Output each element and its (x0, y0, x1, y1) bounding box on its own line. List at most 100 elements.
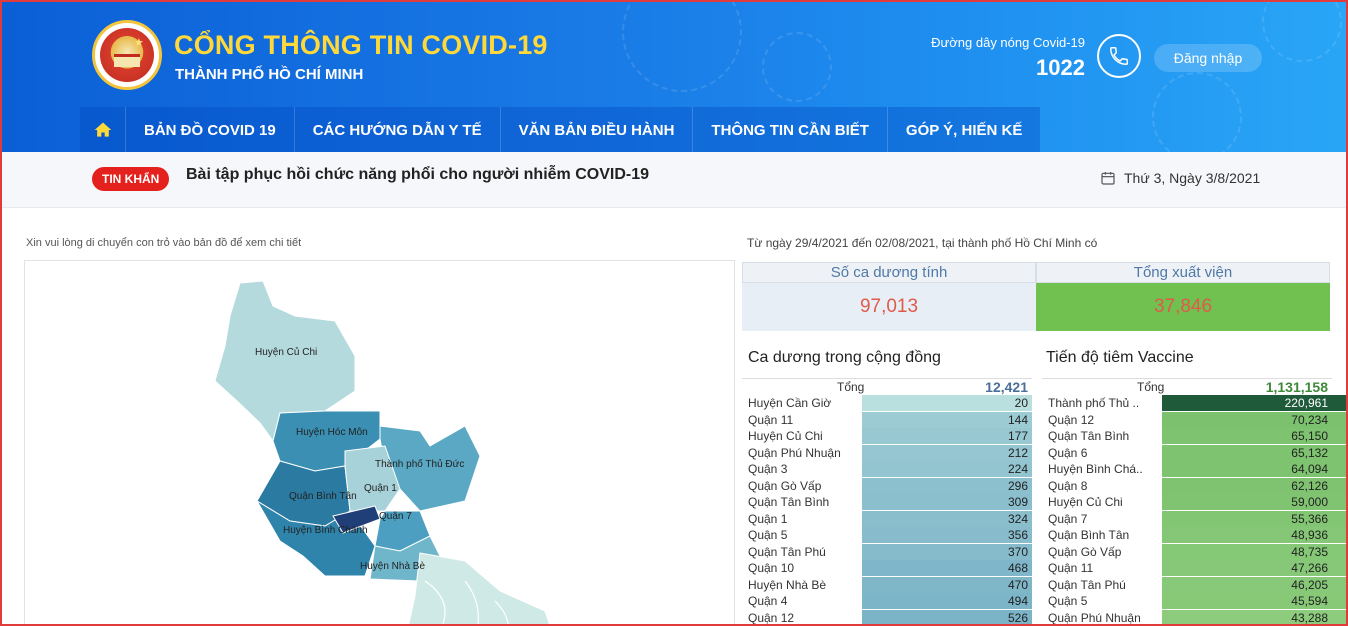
nav-item-directives[interactable]: VĂN BẢN ĐIỀU HÀNH (501, 107, 694, 152)
vaccine-table: Tổng 1,131,158 Thành phố Thủ .. 220,961 Qu… (1042, 378, 1346, 625)
community-row[interactable]: Quận Tân Phú 370 (742, 543, 1032, 561)
vaccine-row-name: Quận 7 (1048, 511, 1088, 526)
community-row[interactable]: Quận 10 468 (742, 560, 1032, 577)
phone-icon (1110, 47, 1128, 65)
phone-button[interactable] (1097, 34, 1141, 78)
community-row[interactable]: Quận 12 526 (742, 609, 1032, 625)
map-label-nha-be: Huyện Nhà Bè (360, 561, 426, 572)
vaccine-row[interactable]: Thành phố Thủ .. 220,961 (1042, 395, 1346, 412)
positive-cases-value: 97,013 (742, 283, 1036, 331)
community-row-name: Quận Tân Bình (748, 495, 830, 509)
login-button[interactable]: Đăng nhập (1154, 44, 1262, 72)
virus-decoration (1262, 2, 1342, 62)
vaccine-row-value: 65,150 (1291, 429, 1328, 443)
community-row-bar (862, 477, 1032, 494)
community-row[interactable]: Huyện Cần Giờ 20 (742, 395, 1032, 412)
community-row[interactable]: Huyện Củ Chi 177 (742, 428, 1032, 445)
map-hint: Xin vui lòng di chuyển con trỏ vào bản đ… (26, 237, 302, 249)
nav-item-feedback[interactable]: GÓP Ý, HIẾN KẾ (888, 107, 1040, 152)
nav-item-covid-map[interactable]: BẢN ĐỒ COVID 19 (126, 107, 295, 152)
vaccine-progress-title: Tiến độ tiêm Vaccine (1046, 349, 1194, 366)
community-row-value: 470 (1007, 577, 1028, 592)
community-row-bar (862, 494, 1032, 510)
vaccine-row-name: Thành phố Thủ .. (1048, 396, 1140, 410)
vaccine-row[interactable]: Quận 7 55,366 (1042, 510, 1346, 528)
emblem-icon (100, 28, 154, 82)
district-map[interactable]: Huyện Củ Chi Huyện Hóc Môn Thành phố Thủ… (24, 260, 735, 626)
vaccine-row-value: 47,266 (1291, 561, 1328, 575)
site-title[interactable]: CỔNG THÔNG TIN COVID-19 (174, 30, 548, 61)
community-row-value: 309 (1007, 495, 1028, 509)
community-row-value: 212 (1007, 445, 1028, 460)
vaccine-row-name: Quận Phú Nhuận (1048, 610, 1141, 625)
home-icon (94, 122, 111, 137)
community-row[interactable]: Quận Tân Bình 309 (742, 494, 1032, 511)
vaccine-row[interactable]: Huyện Bình Chá.. 64,094 (1042, 461, 1346, 478)
community-total-row: Tổng 12,421 (742, 378, 1032, 395)
vaccine-row[interactable]: Quận 6 65,132 (1042, 444, 1346, 462)
vaccine-row-name: Quận 11 (1048, 561, 1094, 575)
vaccine-row-value: 59,000 (1291, 495, 1328, 509)
community-row-name: Huyện Nhà Bè (748, 577, 827, 592)
city-logo[interactable] (92, 20, 162, 90)
vaccine-row[interactable]: Quận 8 62,126 (1042, 477, 1346, 495)
hotline-label: Đường dây nóng Covid-19 (931, 35, 1085, 50)
map-label-hoc-mon: Huyện Hóc Môn (296, 427, 368, 438)
urgent-badge: TIN KHẨN (92, 167, 170, 191)
vaccine-row-value: 70,234 (1291, 412, 1328, 427)
nav-item-info[interactable]: THÔNG TIN CẦN BIẾT (693, 107, 888, 152)
community-total-value: 12,421 (985, 379, 1028, 395)
community-row-value: 468 (1007, 561, 1028, 575)
community-row-bar (862, 510, 1032, 527)
community-cases-table: Tổng 12,421 Huyện Cần Giờ 20 Quận 11 144 Huy… (742, 378, 1032, 625)
community-row-name: Quận 12 (748, 610, 795, 625)
virus-decoration (622, 2, 742, 92)
date-display: Thứ 3, Ngày 3/8/2021 (1100, 170, 1260, 186)
vaccine-row[interactable]: Quận Bình Tân 48,936 (1042, 527, 1346, 544)
community-row-bar (862, 461, 1032, 477)
community-row[interactable]: Quận Gò Vấp 296 (742, 477, 1032, 495)
community-row-bar (862, 395, 1032, 411)
community-row-bar (862, 609, 1032, 624)
community-row-name: Quận 3 (748, 462, 788, 476)
virus-decoration (1152, 72, 1242, 152)
community-row[interactable]: Quận 1 324 (742, 510, 1032, 528)
vaccine-row-value: 45,594 (1291, 594, 1328, 608)
vaccine-row[interactable]: Quận 12 70,234 (1042, 411, 1346, 429)
community-row[interactable]: Quận Phú Nhuận 212 (742, 444, 1032, 462)
vaccine-row[interactable]: Quận Tân Phú 46,205 (1042, 576, 1346, 594)
community-row[interactable]: Quận 4 494 (742, 593, 1032, 610)
community-row-bar (862, 543, 1032, 560)
vaccine-row-value: 48,936 (1291, 528, 1328, 542)
vaccine-row-name: Huyện Củ Chi (1048, 495, 1123, 509)
district-can-gio[interactable] (405, 552, 555, 626)
community-row[interactable]: Huyện Nhà Bè 470 (742, 576, 1032, 594)
map-label-thu-duc: Thành phố Thủ Đức (375, 459, 465, 470)
community-row-name: Huyện Củ Chi (748, 429, 823, 443)
community-row-name: Quận 11 (748, 412, 794, 427)
vaccine-row[interactable]: Quận Tân Bình 65,150 (1042, 428, 1346, 445)
community-row-bar (862, 428, 1032, 444)
nav-item-medical-guides[interactable]: CÁC HƯỚNG DẪN Y TẾ (295, 107, 501, 152)
vaccine-total-row: Tổng 1,131,158 (1042, 378, 1332, 395)
vaccine-row[interactable]: Quận Phú Nhuận 43,288 (1042, 609, 1346, 625)
community-row-value: 526 (1007, 610, 1028, 625)
community-row[interactable]: Quận 11 144 (742, 411, 1032, 429)
vaccine-total-label: Tổng (1137, 380, 1165, 394)
vaccine-row[interactable]: Quận Gò Vấp 48,735 (1042, 543, 1346, 561)
nav-home[interactable] (80, 107, 126, 152)
vaccine-row[interactable]: Quận 11 47,266 (1042, 560, 1346, 577)
main-nav: BẢN ĐỒ COVID 19 CÁC HƯỚNG DẪN Y TẾ VĂN B… (80, 107, 1041, 152)
map-label-quan-7: Quận 7 (379, 511, 412, 522)
community-row[interactable]: Quận 5 356 (742, 527, 1032, 544)
calendar-icon (1101, 172, 1115, 185)
vaccine-row-name: Huyện Bình Chá.. (1048, 462, 1143, 476)
news-headline[interactable]: Bài tập phục hồi chức năng phổi cho ngườ… (186, 166, 649, 184)
community-row[interactable]: Quận 3 224 (742, 461, 1032, 478)
positive-cases-label: Số ca dương tính (742, 262, 1036, 283)
vaccine-row-name: Quận 6 (1048, 445, 1088, 460)
community-row-value: 324 (1007, 511, 1028, 526)
vaccine-row[interactable]: Huyện Củ Chi 59,000 (1042, 494, 1346, 511)
community-row-bar (862, 560, 1032, 576)
vaccine-row[interactable]: Quận 5 45,594 (1042, 593, 1346, 610)
